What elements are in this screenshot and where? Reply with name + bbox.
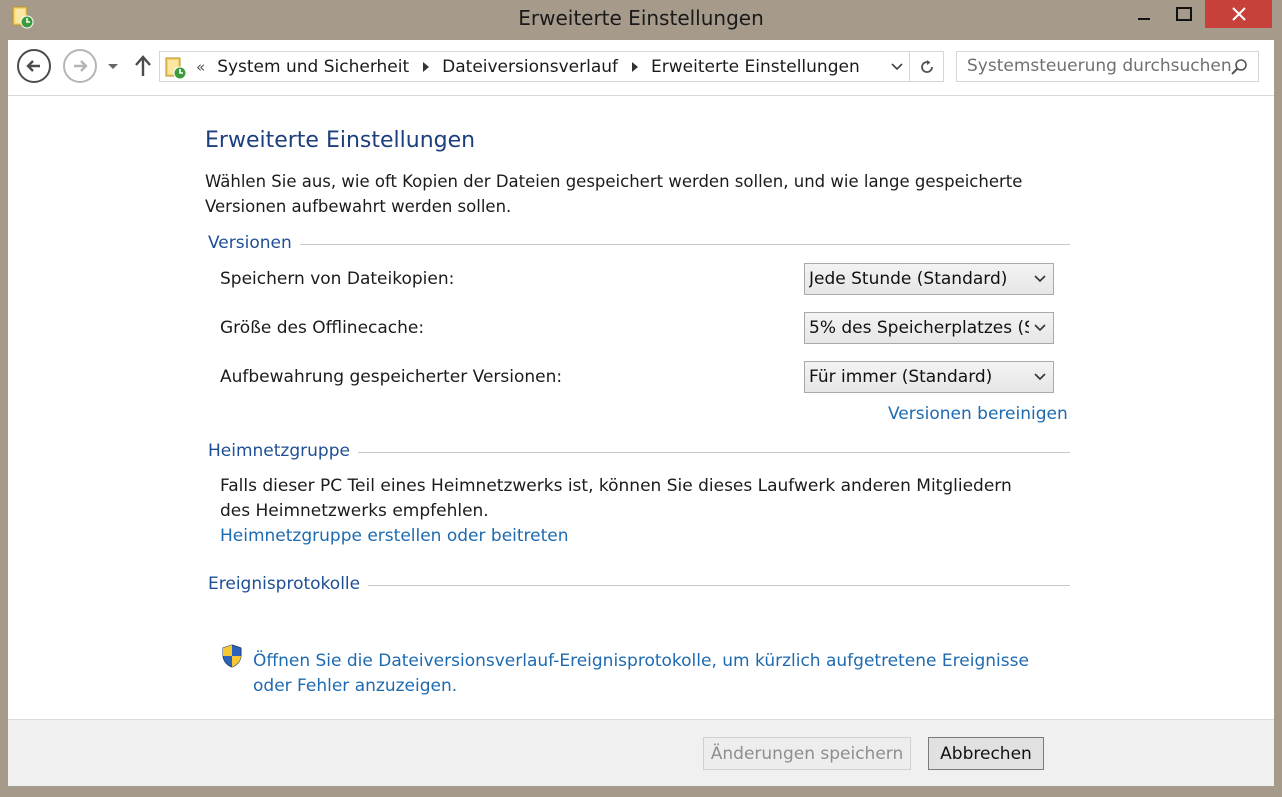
homegroup-link[interactable]: Heimnetzgruppe erstellen oder beitreten	[220, 526, 569, 546]
forward-arrow-icon	[74, 60, 88, 72]
cancel-button[interactable]: Abbrechen	[928, 737, 1044, 770]
search-input[interactable]: Systemsteuerung durchsuchen	[967, 56, 1232, 76]
keep-versions-label: Aufbewahrung gespeicherter Versionen:	[220, 367, 563, 387]
settings-panel: Erweiterte Einstellungen Wählen Sie aus,…	[8, 97, 1274, 719]
breadcrumb: « System und Sicherheit Dateiversionsver…	[196, 55, 860, 79]
overflow-chevron-icon[interactable]: «	[196, 58, 205, 76]
divider	[208, 244, 1070, 245]
versions-group-label: Versionen	[208, 233, 300, 253]
breadcrumb-system-security[interactable]: System und Sicherheit	[217, 57, 409, 77]
breadcrumb-separator-icon[interactable]	[423, 62, 430, 72]
minimize-button[interactable]	[1122, 0, 1166, 28]
window-title: Erweiterte Einstellungen	[518, 6, 764, 30]
breadcrumb-file-history[interactable]: Dateiversionsverlauf	[442, 57, 618, 77]
breadcrumb-separator-icon[interactable]	[632, 62, 639, 72]
page-title: Erweiterte Einstellungen	[205, 128, 476, 153]
offline-cache-label: Größe des Offlinecache:	[220, 318, 425, 338]
client-area: « System und Sicherheit Dateiversionsver…	[8, 40, 1274, 786]
homegroup-group: Heimnetzgruppe	[208, 441, 1070, 461]
event-logs-link[interactable]: Öffnen Sie die Dateiversionsverlauf-Erei…	[253, 649, 1053, 699]
versions-group: Versionen	[208, 233, 1070, 253]
breadcrumb-advanced-settings[interactable]: Erweiterte Einstellungen	[651, 57, 860, 77]
event-logs-group: Ereignisprotokolle	[208, 574, 1070, 594]
close-icon	[1231, 7, 1246, 21]
footer-bar: Änderungen speichern Abbrechen	[8, 719, 1274, 786]
refresh-button[interactable]	[909, 51, 944, 82]
navigation-bar: « System und Sicherheit Dateiversionsver…	[8, 40, 1274, 96]
title-bar: Erweiterte Einstellungen	[0, 0, 1282, 40]
chevron-down-icon[interactable]	[889, 59, 905, 75]
address-bar[interactable]: « System und Sicherheit Dateiversionsver…	[159, 51, 944, 82]
search-box[interactable]: Systemsteuerung durchsuchen	[956, 51, 1259, 82]
clean-up-versions-link[interactable]: Versionen bereinigen	[888, 404, 1068, 424]
chevron-down-icon	[1034, 324, 1046, 332]
event-logs-group-label: Ereignisprotokolle	[208, 574, 369, 594]
intro-text: Wählen Sie aus, wie oft Kopien der Datei…	[205, 172, 1023, 216]
maximize-button[interactable]	[1164, 0, 1204, 28]
recent-locations-icon[interactable]	[106, 58, 120, 72]
offline-cache-value: 5% des Speicherplatzes (Standard)	[809, 318, 1029, 338]
chevron-down-icon	[1034, 373, 1046, 381]
save-changes-button[interactable]: Änderungen speichern	[703, 737, 911, 770]
uac-shield-icon	[221, 644, 243, 668]
back-button[interactable]	[17, 49, 51, 83]
homegroup-text: Falls dieser PC Teil eines Heimnetzwerks…	[220, 476, 1012, 521]
file-history-icon	[164, 54, 188, 80]
homegroup-group-label: Heimnetzgruppe	[208, 441, 358, 461]
chevron-down-icon	[1034, 275, 1046, 283]
save-copies-value: Jede Stunde (Standard)	[809, 269, 1008, 289]
save-copies-select[interactable]: Jede Stunde (Standard)	[804, 263, 1054, 295]
search-icon[interactable]	[1229, 57, 1249, 77]
close-button[interactable]	[1205, 0, 1272, 28]
refresh-icon	[921, 59, 933, 73]
forward-button[interactable]	[63, 49, 97, 83]
keep-versions-value: Für immer (Standard)	[809, 367, 993, 387]
back-arrow-icon	[26, 60, 40, 72]
keep-versions-select[interactable]: Für immer (Standard)	[804, 361, 1054, 393]
window: Erweiterte Einstellungen « System und Si…	[0, 0, 1282, 797]
save-copies-label: Speichern von Dateikopien:	[220, 269, 455, 289]
up-arrow-icon[interactable]	[132, 54, 154, 78]
offline-cache-select[interactable]: 5% des Speicherplatzes (Standard)	[804, 312, 1054, 344]
